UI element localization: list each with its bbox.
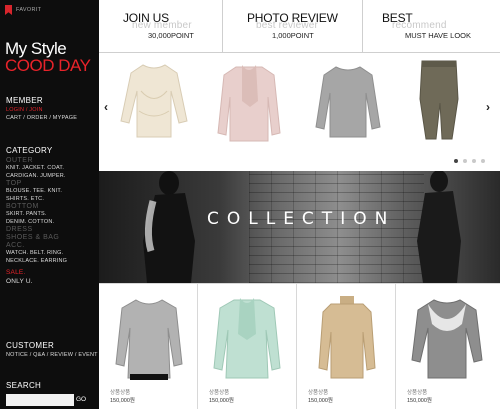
cream-sweater-image[interactable] xyxy=(119,61,189,147)
model-right-image xyxy=(417,171,461,283)
product-price: 150,000원 xyxy=(209,398,234,404)
category-outer-items-2[interactable]: CARDIGAN. JUMPER. xyxy=(6,173,98,181)
search-go-button[interactable]: GO xyxy=(76,396,86,403)
category-acc-items[interactable]: WATCH. BELT. RING. xyxy=(6,250,98,258)
model-left-image xyxy=(143,171,195,283)
category-list: OUTER KNIT. JACKET. COAT. CARDIGAN. JUMP… xyxy=(6,157,98,286)
product-price: 150,000원 xyxy=(110,398,135,404)
category-bottom[interactable]: BOTTOM xyxy=(6,203,98,211)
product-name: 상품상품 xyxy=(110,390,131,396)
category-acc[interactable]: ACC. xyxy=(6,242,98,250)
product-name: 상품상품 xyxy=(407,390,428,396)
product-name: 상품상품 xyxy=(209,390,230,396)
category-top[interactable]: TOP xyxy=(6,180,98,188)
photo-review-promo[interactable]: PHOTO REVIEW best reviewer 1,000POINT xyxy=(223,0,362,52)
category-top-items[interactable]: BLOUSE. TEE. KNIT. xyxy=(6,188,98,196)
best-value: MUST HAVE LOOK xyxy=(405,31,471,40)
brand-line-2: COOD DAY xyxy=(5,56,91,75)
category-title: CATEGORY xyxy=(6,146,53,155)
slider-next-button[interactable]: › xyxy=(486,100,490,114)
slider-prev-button[interactable]: ‹ xyxy=(104,100,108,114)
bookmark-icon xyxy=(5,5,12,15)
member-title: MEMBER xyxy=(6,96,43,105)
category-only-u[interactable]: ONLY U. xyxy=(6,277,98,286)
photo-review-value: 1,000POINT xyxy=(272,31,314,40)
category-bottom-items[interactable]: SKIRT. PANTS. xyxy=(6,211,98,219)
cart-order-mypage-link[interactable]: CART / ORDER / MYPAGE xyxy=(6,115,77,123)
product-name: 상품상품 xyxy=(308,390,329,396)
login-join-link[interactable]: LOGIN / JOIN xyxy=(6,107,77,115)
collection-banner[interactable]: COLLECTION xyxy=(99,171,500,283)
slider-pagination xyxy=(454,159,485,163)
product-card[interactable]: 상품상품 150,000원 xyxy=(99,284,198,409)
product-card[interactable]: 상품상품 150,000원 xyxy=(396,284,500,409)
khaki-pants-image[interactable] xyxy=(414,59,464,145)
customer-title: CUSTOMER xyxy=(6,341,55,350)
mint-cardigan-image xyxy=(213,298,281,379)
product-card[interactable]: 상품상품 150,000원 xyxy=(297,284,396,409)
brand-logo[interactable]: My Style COOD DAY xyxy=(5,39,91,75)
category-outer[interactable]: OUTER xyxy=(6,157,98,165)
category-bottom-items-2[interactable]: DENIM. COTTON. xyxy=(6,219,98,227)
product-price: 150,000원 xyxy=(308,398,333,404)
grey-sweater-image[interactable] xyxy=(314,63,382,143)
search-title: SEARCH xyxy=(6,381,42,390)
sidebar: FAVORIT My Style COOD DAY MEMBER LOGIN /… xyxy=(0,0,99,409)
category-top-items-2[interactable]: SHIRTS. ETC. xyxy=(6,196,98,204)
slider-dot[interactable] xyxy=(454,159,458,163)
slider-dot[interactable] xyxy=(481,159,485,163)
grey-knit-top-image xyxy=(115,299,183,380)
best-sub: recommend xyxy=(392,20,447,31)
category-sale[interactable]: SALE. xyxy=(6,268,98,277)
product-card[interactable]: 상품상품 150,000원 xyxy=(198,284,297,409)
join-us-sub: new member xyxy=(132,20,192,31)
slider-dot[interactable] xyxy=(472,159,476,163)
pink-coat-image[interactable] xyxy=(214,61,284,145)
category-outer-items[interactable]: KNIT. JACKET. COAT. xyxy=(6,165,98,173)
category-dress[interactable]: DRESS xyxy=(6,226,98,234)
join-us-value: 30,000POINT xyxy=(148,31,194,40)
beige-turtleneck-image xyxy=(318,296,376,379)
grey-lace-top-image xyxy=(411,299,483,379)
photo-review-sub: best reviewer xyxy=(256,20,319,31)
category-acc-items-2[interactable]: NECKLACE. EARRING xyxy=(6,258,98,266)
brand-line-1: My Style xyxy=(5,39,67,58)
favorit-label: FAVORIT xyxy=(16,7,42,13)
search-input[interactable] xyxy=(6,394,74,406)
promo-strip: JOIN US new member 30,000POINT PHOTO REV… xyxy=(99,0,500,53)
slider-dot[interactable] xyxy=(463,159,467,163)
favorit-link[interactable]: FAVORIT xyxy=(5,5,41,15)
best-promo[interactable]: BEST recommend MUST HAVE LOOK xyxy=(363,0,500,52)
product-slider: ‹ › xyxy=(99,53,500,171)
collection-title: COLLECTION xyxy=(207,209,396,229)
join-us-promo[interactable]: JOIN US new member 30,000POINT xyxy=(99,0,222,52)
customer-links[interactable]: NOTICE / Q&A / REVIEW / EVENT xyxy=(6,352,98,360)
product-price: 150,000원 xyxy=(407,398,432,404)
product-grid: 상품상품 150,000원 상품상품 150,000원 상품상품 150,000… xyxy=(99,283,500,409)
category-shoes-bag[interactable]: SHOES & BAG xyxy=(6,234,98,242)
